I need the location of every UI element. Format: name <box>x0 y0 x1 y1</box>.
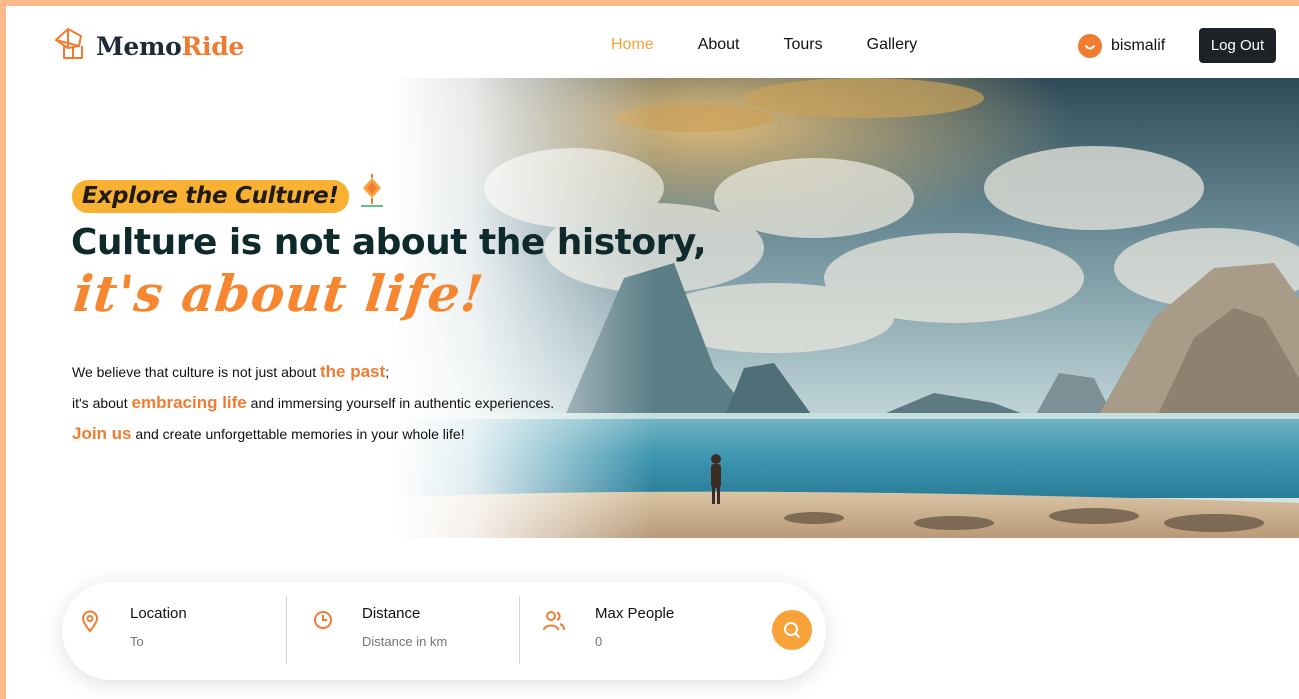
nav-links: Home About Tours Gallery <box>611 36 917 54</box>
max-people-label: Max People <box>595 605 675 622</box>
username: bismalif <box>1111 37 1166 54</box>
page: MemoRide Home About Tours Gallery bismal… <box>6 6 1299 699</box>
location-field[interactable]: Location <box>62 582 286 680</box>
hero-script-tagline: it's about life! <box>70 264 487 323</box>
user-menu[interactable]: bismalif <box>1078 34 1165 58</box>
max-people-field[interactable]: Max People <box>520 582 750 680</box>
hero-badge: Explore the Culture! <box>72 180 349 213</box>
desc-text: and immersing yourself in authentic expe… <box>246 395 555 411</box>
logout-button[interactable]: Log Out <box>1199 28 1276 63</box>
smile-icon <box>1085 45 1095 50</box>
desc-text: ; <box>385 364 390 380</box>
desc-text: We believe that culture is not just abou… <box>72 364 320 380</box>
max-people-input[interactable] <box>595 634 735 649</box>
nav-gallery[interactable]: Gallery <box>867 36 918 54</box>
brand-prefix: Memo <box>96 32 182 61</box>
nav-about[interactable]: About <box>698 36 740 54</box>
hero-headline: Culture is not about the history, <box>71 222 707 263</box>
nav-home[interactable]: Home <box>611 36 654 54</box>
brand-name: MemoRide <box>96 32 244 61</box>
hero-badge-row: Explore the Culture! <box>72 174 387 213</box>
desc-highlight: Join us <box>72 424 132 443</box>
distance-field[interactable]: Distance <box>287 582 519 680</box>
search-button[interactable] <box>772 610 812 650</box>
desc-text: and create unforgettable memories in you… <box>131 426 465 442</box>
clock-icon <box>313 610 333 635</box>
desc-text: it's about <box>72 395 132 411</box>
search-bar: Location Distance <box>62 582 826 680</box>
lantern-icon <box>357 174 387 213</box>
hero-image <box>394 78 1299 538</box>
search-icon <box>784 622 801 639</box>
location-label: Location <box>130 605 187 622</box>
hero-desc-line-1: We believe that culture is not just abou… <box>72 362 389 382</box>
brand-logo[interactable]: MemoRide <box>52 26 244 67</box>
brand-accent: Ride <box>181 32 245 61</box>
hero-desc-line-3: Join us and create unforgettable memorie… <box>72 424 465 444</box>
nav-tours[interactable]: Tours <box>784 36 823 54</box>
users-icon <box>542 610 566 637</box>
navbar: MemoRide Home About Tours Gallery bismal… <box>6 6 1299 78</box>
desc-highlight: the past <box>320 362 386 381</box>
desc-highlight: embracing life <box>131 393 247 412</box>
hero-desc-line-2: it's about embracing life and immersing … <box>72 393 554 413</box>
distance-label: Distance <box>362 605 421 622</box>
gift-box-icon <box>52 26 90 67</box>
location-pin-icon <box>80 610 100 637</box>
distance-input[interactable] <box>362 634 502 649</box>
location-input[interactable] <box>130 634 270 649</box>
avatar <box>1078 34 1102 58</box>
